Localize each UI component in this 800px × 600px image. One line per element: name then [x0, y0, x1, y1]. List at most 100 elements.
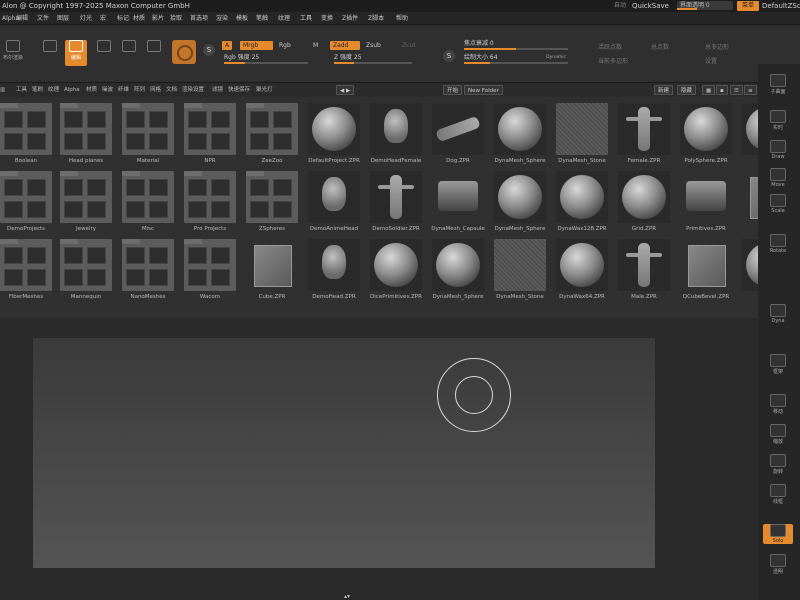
lightbox-tab[interactable]: 聚光灯 [256, 83, 273, 97]
lightbox-tab[interactable]: 文档 [166, 83, 177, 97]
menu-item[interactable]: 影片 [152, 12, 164, 25]
folder-tile[interactable] [60, 239, 112, 291]
lightbox-open-button[interactable]: 开始 [443, 85, 463, 95]
menu-item[interactable]: 宏 [100, 12, 106, 25]
menu-item[interactable]: 编辑 [16, 12, 28, 25]
project-tile[interactable] [618, 103, 670, 155]
folder-tile[interactable] [60, 103, 112, 155]
menu-item[interactable]: 标记 [117, 12, 129, 25]
project-tile[interactable] [432, 103, 484, 155]
tray-button[interactable]: 线框 [763, 484, 793, 505]
folder-tile[interactable] [0, 171, 52, 223]
menu-item[interactable]: 变换 [321, 12, 333, 25]
tray-button[interactable]: 缩放 [763, 424, 793, 445]
tray-button[interactable]: 透明 [763, 554, 793, 575]
folder-tile[interactable] [0, 103, 52, 155]
project-tile[interactable] [680, 103, 732, 155]
lightbox-tab[interactable]: 滤镜 [212, 83, 223, 97]
scale-button[interactable] [143, 40, 165, 66]
document-canvas[interactable] [33, 338, 655, 568]
draw-size-slider[interactable]: 绘制大小 64 Dynamic [464, 54, 568, 64]
a-toggle[interactable]: A [222, 41, 233, 50]
folder-tile[interactable] [246, 171, 298, 223]
folder-tile[interactable] [184, 239, 236, 291]
move-button[interactable] [118, 40, 140, 66]
quicksave-button[interactable]: QuickSave [632, 0, 669, 12]
new-folder-button[interactable]: New Folder [464, 85, 503, 95]
menu-item[interactable]: 灯光 [80, 12, 92, 25]
tray-button[interactable]: 旋转 [763, 454, 793, 475]
default-script-button[interactable]: DefaultZScript [762, 0, 800, 12]
lightbox-menu-icon[interactable]: ▥ [0, 83, 5, 97]
project-tile[interactable] [556, 171, 608, 223]
dynamic-toggle[interactable]: Dynamic [546, 54, 566, 62]
project-tile[interactable] [618, 239, 670, 291]
project-tile[interactable] [494, 103, 546, 155]
tray-button[interactable]: 移动 [763, 394, 793, 415]
view-detail-icon[interactable]: ≡ [744, 85, 757, 95]
lightbox-tab[interactable]: 噪波 [102, 83, 113, 97]
lightbox-tab[interactable]: 纤维 [118, 83, 129, 97]
project-tile[interactable] [494, 239, 546, 291]
project-tile[interactable] [432, 171, 484, 223]
menu-item[interactable]: 拾取 [170, 12, 182, 25]
menu-item[interactable]: Z脚本 [368, 12, 384, 25]
menu-item[interactable]: 文件 [37, 12, 49, 25]
view-grid-icon[interactable]: ▦ [702, 85, 716, 95]
project-tile[interactable] [308, 239, 360, 291]
project-tile[interactable] [494, 171, 546, 223]
lightbox-tab[interactable]: 笔刷 [32, 83, 43, 97]
tray-button[interactable]: Dyna [763, 304, 793, 324]
lightbox-tab[interactable]: 阵列 [134, 83, 145, 97]
menu-item[interactable]: 首选项 [190, 12, 208, 25]
rgb-toggle[interactable]: Rgb [279, 41, 291, 50]
tray-button[interactable]: Scale [763, 194, 793, 214]
project-tile[interactable] [556, 239, 608, 291]
menus-button[interactable]: 菜单 [737, 1, 759, 11]
z-intensity-slider[interactable]: Z 强度 25 [334, 54, 412, 64]
tray-button[interactable]: Rotate [763, 234, 793, 254]
lightbox-tab[interactable]: 材质 [86, 83, 97, 97]
project-tile[interactable] [680, 239, 732, 291]
lightbox-tab[interactable]: 快速保存 [228, 83, 250, 97]
lightbox-tab[interactable]: 渲染设置 [182, 83, 204, 97]
zadd-toggle[interactable]: Zadd [330, 41, 360, 50]
menu-item[interactable]: 工具 [300, 12, 312, 25]
zsub-toggle[interactable]: Zsub [366, 41, 381, 50]
menu-item[interactable]: 纹理 [278, 12, 290, 25]
project-tile[interactable] [618, 171, 670, 223]
lightbox-back-button[interactable]: ◀ ▶ [336, 85, 355, 95]
menu-item[interactable]: 模板 [236, 12, 248, 25]
focal-shift-slider[interactable]: 焦点衰减 0 [464, 40, 568, 50]
lightbox-tab[interactable]: Alpha [64, 83, 80, 97]
folder-tile[interactable] [184, 171, 236, 223]
project-tile[interactable] [308, 103, 360, 155]
tray-button[interactable]: 子曲面 [763, 74, 793, 95]
lightbox-tab[interactable]: 网格 [150, 83, 161, 97]
project-tile[interactable] [680, 171, 732, 223]
rgb-intensity-slider[interactable]: Rgb 强度 25 [224, 54, 308, 64]
folder-tile[interactable] [184, 103, 236, 155]
project-tile[interactable] [432, 239, 484, 291]
menu-item[interactable]: 材质 [133, 12, 145, 25]
view-list-icon[interactable]: ☰ [730, 85, 743, 95]
menu-item[interactable]: 渲染 [216, 12, 228, 25]
project-tile[interactable] [308, 171, 360, 223]
tray-button[interactable]: 实时 [763, 110, 793, 131]
menu-item[interactable]: Z插件 [342, 12, 358, 25]
folder-tile[interactable] [0, 239, 52, 291]
edit-mode-button[interactable]: 编辑 [65, 40, 87, 66]
folder-tile[interactable] [60, 171, 112, 223]
project-tile[interactable] [370, 171, 422, 223]
m-toggle[interactable]: M [313, 41, 318, 50]
project-tile[interactable] [370, 103, 422, 155]
zcut-toggle[interactable]: Zcut [402, 41, 416, 50]
folder-tile[interactable] [122, 239, 174, 291]
lightbox-tab[interactable]: 工具 [16, 83, 27, 97]
menu-item[interactable]: 笔触 [256, 12, 268, 25]
view-small-icon[interactable]: ▪ [716, 85, 728, 95]
tray-button[interactable]: Draw [763, 140, 793, 160]
lightbox-hide-button[interactable]: 隐藏 [677, 85, 697, 95]
interface-transparency-slider[interactable]: 界面透明 0 [677, 1, 733, 10]
tray-button[interactable]: 框架 [763, 354, 793, 375]
